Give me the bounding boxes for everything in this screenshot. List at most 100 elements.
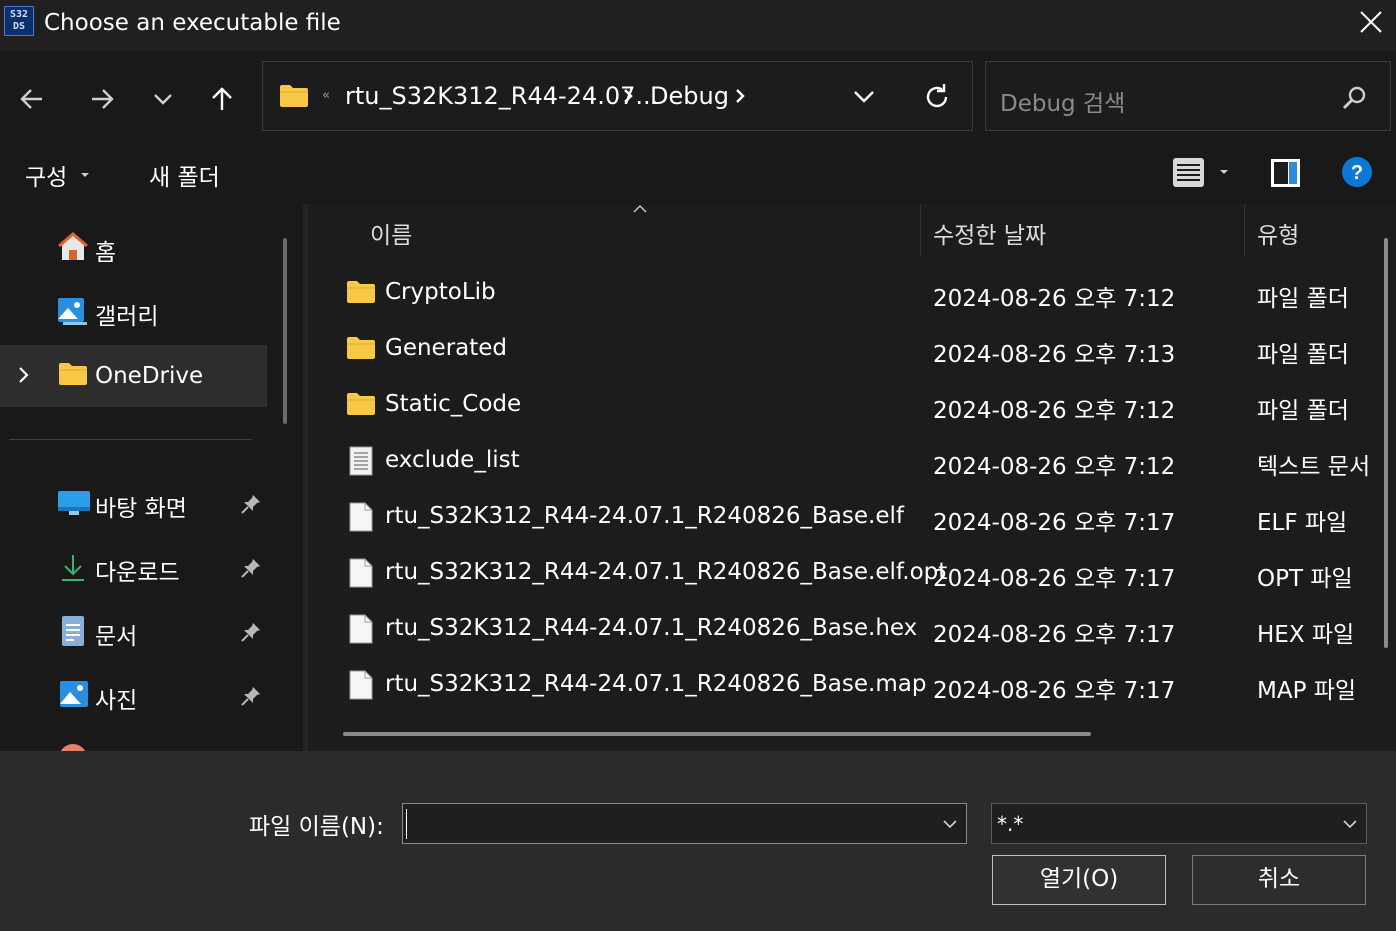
window-title: Choose an executable file	[44, 10, 341, 36]
address-overflow[interactable]: «	[322, 88, 330, 103]
filter-value: *.*	[997, 812, 1024, 836]
download-icon	[62, 555, 84, 581]
cancel-button[interactable]: 취소	[1192, 855, 1366, 905]
folder-icon	[280, 85, 308, 107]
view-options-icon[interactable]	[1172, 156, 1234, 190]
sidebar-item-home[interactable]: 홈	[0, 217, 267, 279]
chevron-down-icon	[154, 94, 172, 105]
file-name: rtu_S32K312_R44-24.07.1_R240826_Base.elf	[385, 503, 904, 529]
file-name: Generated	[385, 335, 508, 361]
arrow-left-icon	[20, 89, 42, 109]
file-date: 2024-08-26 오후 7:17	[933, 678, 1176, 704]
organize-menu[interactable]: 구성	[25, 158, 67, 192]
music-icon	[60, 744, 86, 751]
sidebar-item-label: 사진	[95, 688, 138, 714]
sidebar-scrollbar[interactable]	[283, 238, 287, 424]
column-divider[interactable]	[920, 204, 921, 256]
file-type: 텍스트 문서	[1257, 454, 1371, 480]
file-row[interactable]: rtu_S32K312_R44-24.07.1_R240826_Base.map…	[308, 658, 1396, 714]
filename-input[interactable]	[402, 803, 967, 844]
file-type: OPT 파일	[1257, 566, 1353, 592]
file-name: exclude_list	[385, 447, 520, 473]
sidebar-divider	[9, 439, 252, 440]
folder-icon	[347, 281, 375, 303]
file-name: rtu_S32K312_R44-24.07.1_R240826_Base.elf…	[385, 559, 948, 585]
folder-icon	[347, 337, 375, 359]
file-type: ELF 파일	[1257, 510, 1348, 536]
sidebar-item-downloads[interactable]: 다운로드	[0, 537, 267, 599]
document-icon	[62, 616, 84, 646]
file-type-filter[interactable]: *.*	[991, 803, 1367, 844]
horizontal-scrollbar[interactable]	[343, 732, 1091, 736]
sidebar-item-music[interactable]: 음악	[0, 729, 267, 751]
pin-icon[interactable]	[240, 493, 262, 515]
sidebar-item-desktop[interactable]: 바탕 화면	[0, 473, 267, 535]
refresh-icon[interactable]	[923, 83, 951, 111]
breadcrumb-segment[interactable]: Debug	[650, 82, 729, 110]
pin-icon[interactable]	[240, 557, 262, 579]
new-folder-button[interactable]: 새 폴더	[149, 158, 220, 192]
sidebar-item-documents[interactable]: 문서	[0, 601, 267, 663]
file-type: 파일 폴더	[1257, 286, 1349, 312]
close-button[interactable]	[1346, 0, 1396, 48]
chevron-down-icon[interactable]	[852, 88, 876, 106]
help-icon[interactable]: ?	[1341, 156, 1373, 188]
sidebar-item-label: 다운로드	[95, 560, 180, 586]
file-row[interactable]: exclude_list 2024-08-26 오후 7:12 텍스트 문서	[308, 434, 1396, 490]
chevron-right-icon[interactable]	[733, 86, 747, 106]
recent-locations-button[interactable]	[143, 79, 183, 119]
home-icon	[58, 232, 88, 260]
pictures-icon	[60, 681, 88, 707]
folder-icon	[347, 393, 375, 415]
file-date: 2024-08-26 오후 7:17	[933, 566, 1176, 592]
search-placeholder: Debug 검색	[1000, 91, 1126, 117]
file-row[interactable]: Static_Code 2024-08-26 오후 7:12 파일 폴더	[308, 378, 1396, 434]
up-button[interactable]	[202, 79, 242, 119]
sidebar-item-pictures[interactable]: 사진	[0, 665, 267, 727]
sidebar-item-label: 갤러리	[95, 304, 159, 330]
sidebar-item-label: OneDrive	[95, 363, 204, 389]
file-list: 이름 수정한 날짜 유형 CryptoLib 2024-08-26 오후 7:1…	[308, 204, 1396, 751]
sort-ascending-icon	[633, 205, 647, 213]
search-icon	[1342, 86, 1366, 110]
sidebar-item-label: 문서	[95, 624, 138, 650]
title-bar: S32 DS Choose an executable file	[0, 0, 1396, 51]
chevron-down-icon[interactable]	[942, 819, 958, 829]
chevron-right-icon[interactable]	[621, 86, 635, 106]
navigation-pane: 홈 갤러리 OneDrive 바탕 화면 다운로드 문서 사진 음악	[0, 204, 303, 751]
chevron-right-icon[interactable]	[17, 365, 31, 385]
navigation-bar: « rtu_S32K312_R44-24.07... Debug Debug 검…	[0, 51, 1396, 142]
file-row[interactable]: Generated 2024-08-26 오후 7:13 파일 폴더	[308, 322, 1396, 378]
sidebar-item-onedrive[interactable]: OneDrive	[0, 345, 267, 407]
column-divider[interactable]	[1244, 204, 1245, 256]
pin-icon[interactable]	[240, 621, 262, 643]
file-date: 2024-08-26 오후 7:13	[933, 342, 1176, 368]
file-row[interactable]: rtu_S32K312_R44-24.07.1_R240826_Base.hex…	[308, 602, 1396, 658]
file-row[interactable]: rtu_S32K312_R44-24.07.1_R240826_Base.elf…	[308, 490, 1396, 546]
column-header-name[interactable]: 이름	[370, 216, 412, 250]
preview-pane-icon[interactable]	[1269, 156, 1303, 190]
app-logo-icon: S32 DS	[4, 6, 34, 36]
file-row[interactable]: CryptoLib 2024-08-26 오후 7:12 파일 폴더	[308, 266, 1396, 322]
sidebar-item-label: 홈	[95, 240, 117, 266]
command-bar: 구성 새 폴더 ?	[0, 142, 1396, 204]
file-row[interactable]: rtu_S32K312_R44-24.07.1_R240826_Base.elf…	[308, 546, 1396, 602]
file-type: 파일 폴더	[1257, 342, 1349, 368]
file-icon	[349, 614, 373, 644]
pin-icon[interactable]	[240, 685, 262, 707]
breadcrumb-segment[interactable]: rtu_S32K312_R44-24.07...	[345, 82, 658, 110]
file-date: 2024-08-26 오후 7:12	[933, 286, 1176, 312]
back-button[interactable]	[12, 79, 52, 119]
file-icon	[349, 670, 373, 700]
text-file-icon	[349, 446, 373, 476]
address-bar[interactable]: « rtu_S32K312_R44-24.07... Debug	[262, 61, 973, 131]
file-type: HEX 파일	[1257, 622, 1355, 648]
search-input[interactable]: Debug 검색	[985, 61, 1391, 131]
sidebar-item-gallery[interactable]: 갤러리	[0, 281, 267, 343]
caret-down-icon	[81, 173, 89, 177]
column-header-date[interactable]: 수정한 날짜	[933, 216, 1046, 250]
open-button[interactable]: 열기(O)	[992, 855, 1166, 905]
column-header-type[interactable]: 유형	[1257, 216, 1299, 250]
forward-button[interactable]	[82, 79, 122, 119]
vertical-scrollbar[interactable]	[1384, 238, 1388, 648]
